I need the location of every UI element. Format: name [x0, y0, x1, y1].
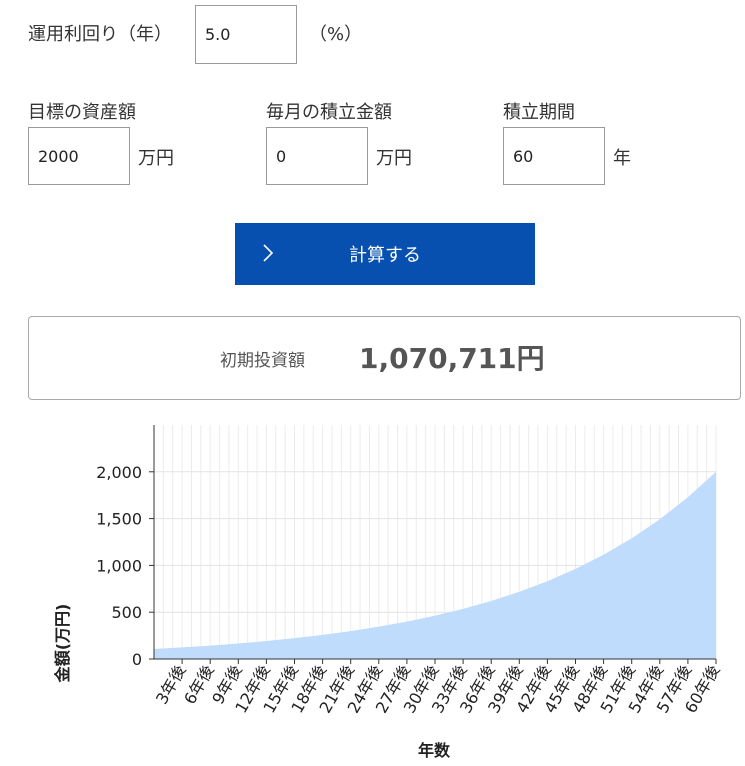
period-input[interactable]: 60 [503, 127, 605, 185]
period-unit: 年 [613, 148, 631, 169]
y-tick-label: 1,000 [96, 556, 142, 575]
target-label: 目標の資産額 [28, 102, 136, 123]
period-label: 積立期間 [503, 102, 575, 123]
chevron-right-icon [263, 244, 274, 262]
result-label: 初期投資額 [220, 351, 305, 371]
target-unit: 万円 [138, 148, 174, 169]
y-tick-label: 500 [111, 603, 142, 622]
monthly-label: 毎月の積立金額 [266, 102, 392, 123]
y-tick-labels: 0 500 1,000 1,500 2,000 [96, 463, 154, 669]
y-tick-label: 0 [132, 650, 142, 669]
x-axis-label: 年数 [418, 741, 451, 760]
rate-label: 運用利回り（年） [28, 24, 172, 45]
calculate-button[interactable]: 計算する [235, 223, 535, 285]
monthly-amount-input[interactable]: 0 [266, 127, 368, 185]
result-panel: 初期投資額 1,070,711円 [28, 316, 741, 400]
calculate-button-label: 計算する [349, 245, 421, 266]
rate-unit: （%） [309, 24, 363, 45]
rate-input[interactable]: 5.0 [195, 5, 297, 64]
x-tick-labels: 3年後6年後9年後12年後15年後18年後21年後24年後27年後30年後33年… [152, 659, 723, 716]
result-value: 1,070,711円 [359, 342, 545, 375]
y-tick-label: 2,000 [96, 463, 142, 482]
y-tick-label: 1,500 [96, 510, 142, 529]
monthly-unit: 万円 [376, 148, 412, 169]
target-amount-input[interactable]: 2000 [28, 127, 130, 185]
y-axis-label: 金額(万円) [53, 604, 72, 684]
growth-chart: 0 500 1,000 1,500 2,000 3年後6年後9年後12年後15年後18年… [53, 425, 723, 760]
